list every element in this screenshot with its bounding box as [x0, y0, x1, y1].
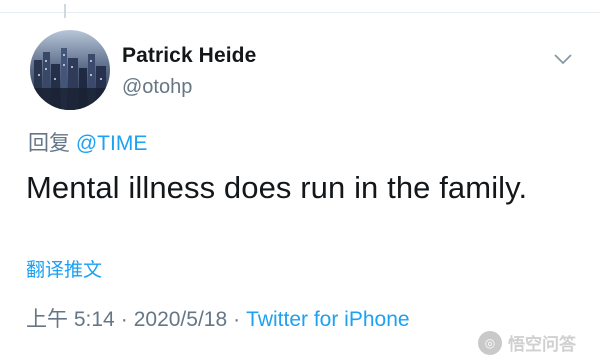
watermark: ◎ 悟空问答: [478, 330, 576, 355]
tweet-source-link[interactable]: Twitter for iPhone: [246, 308, 409, 331]
chevron-down-icon[interactable]: [553, 52, 573, 66]
reply-context: 回复 @TIME: [28, 127, 147, 157]
user-handle[interactable]: @otohp: [122, 76, 192, 99]
translate-tweet-link[interactable]: 翻译推文: [26, 255, 102, 282]
wukong-logo-icon: ◎: [478, 330, 502, 355]
avatar[interactable]: [30, 30, 110, 110]
meta-separator: ·: [233, 308, 241, 331]
top-divider: [0, 12, 600, 13]
reply-prefix: 回复: [28, 132, 70, 155]
tweet-date[interactable]: 2020/5/18: [134, 308, 227, 331]
tweet-time[interactable]: 上午 5:14: [26, 308, 115, 331]
display-name[interactable]: Patrick Heide: [122, 44, 256, 68]
tweet-meta: 上午 5:14 · 2020/5/18 · Twitter for iPhone: [26, 303, 410, 333]
meta-separator: ·: [120, 308, 128, 331]
reply-mention-link[interactable]: @TIME: [76, 132, 147, 155]
tweet-text: Mental illness does run in the family.: [26, 170, 528, 205]
thread-line: [64, 4, 66, 18]
watermark-text: 悟空问答: [508, 335, 576, 354]
